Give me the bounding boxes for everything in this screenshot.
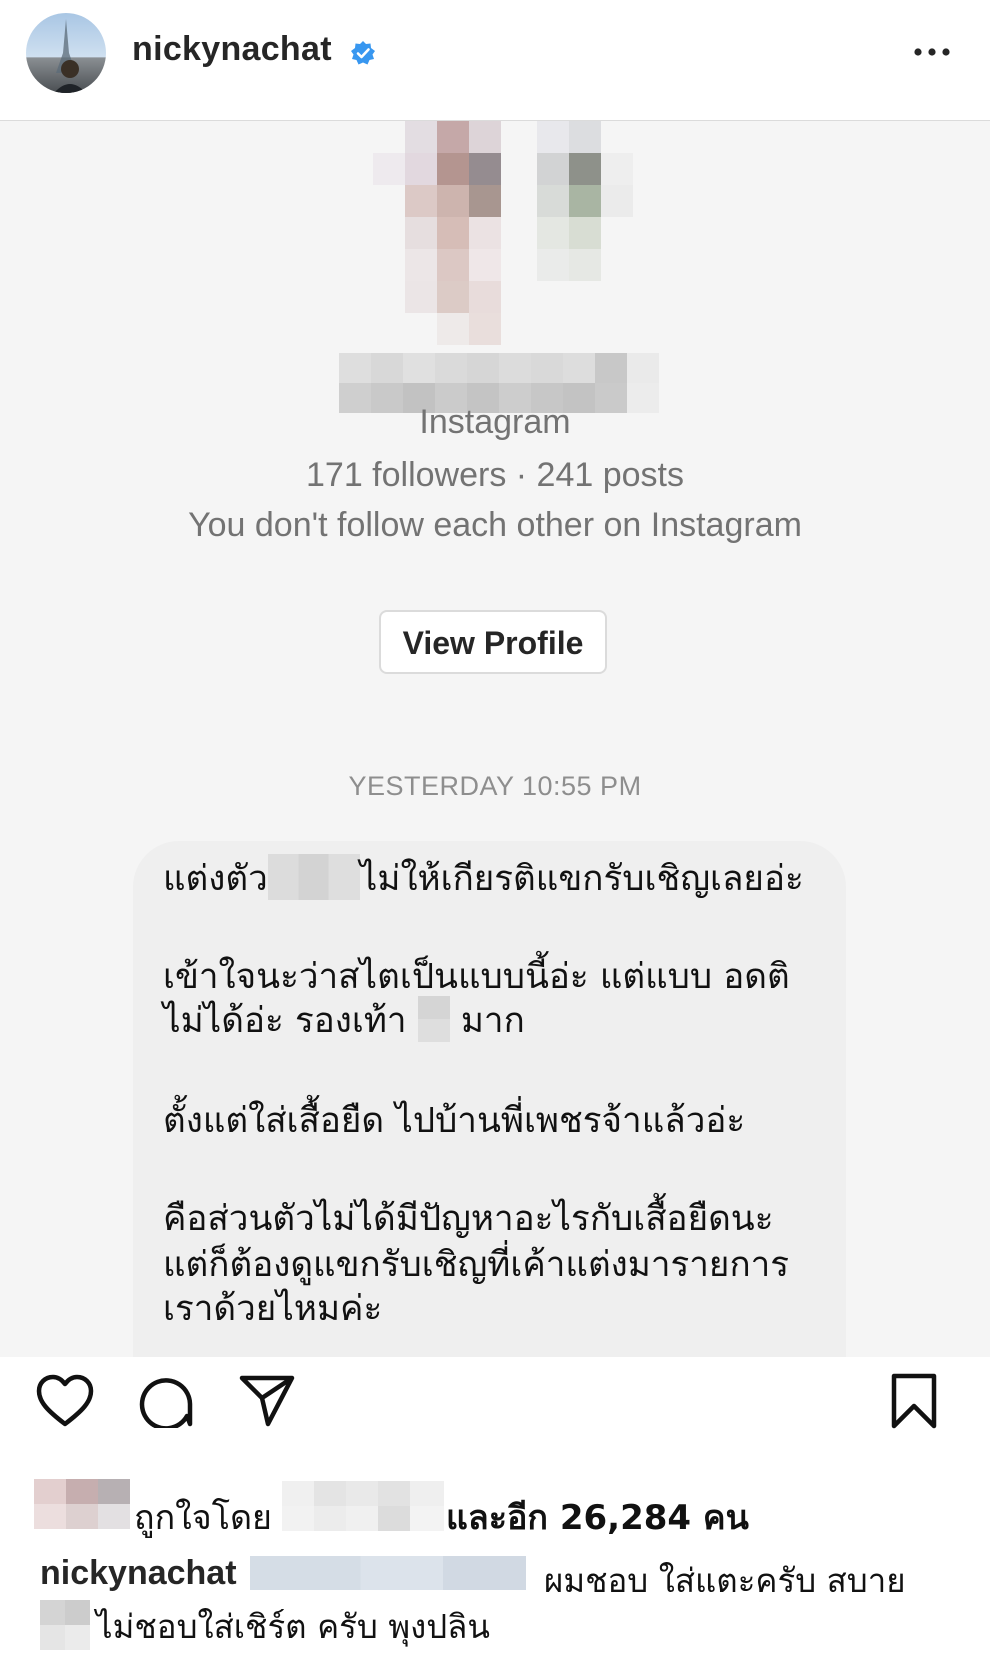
message-line: แต่งตัว ไม่ให้เกียรติแขกรับเชิญเลยอ่ะ [163,851,804,906]
bookmark-icon[interactable] [890,1372,938,1430]
liker-username-censored [282,1481,444,1531]
heart-icon[interactable] [36,1374,94,1428]
comment-icon[interactable] [137,1372,193,1428]
message-line: เราด้วยไหมค่ะ [163,1289,383,1329]
message-timestamp: YESTERDAY 10:55 PM [348,771,642,801]
censored-word [267,854,360,900]
liker-avatar [34,1479,130,1529]
send-icon[interactable] [238,1372,296,1428]
shared-profile-relationship: You don't follow each other on Instagram [188,506,802,544]
post-header: nickynachat [0,0,990,121]
likes-count[interactable]: และอีก 26,284 คน [446,1490,749,1544]
likes-prefix: ถูกใจโดย [134,1498,272,1538]
avatar-photo [54,19,86,93]
censored-word [40,1600,90,1650]
shared-profile-source: Instagram [419,403,571,441]
shared-profile-stats: 171 followers · 241 posts [306,456,684,494]
caption-username[interactable]: nickynachat [40,1554,237,1593]
post-action-bar [0,1357,990,1467]
header-username[interactable]: nickynachat [132,30,332,69]
caption-text-line2: ไม่ชอบใส่เชิร์ต ครับ พุงปลิน [96,1607,490,1646]
profile-avatar[interactable] [26,13,106,93]
message-line: ไม่ได้อ่ะ รองเท้า มาก [163,993,525,1048]
caption-text-line1: ผมชอบ ใส่แตะครับ สบาย [544,1561,906,1600]
censored-mention [250,1556,526,1590]
censored-word [417,996,450,1042]
more-options-icon[interactable] [912,40,952,64]
message-line: ตั้งแต่ใส่เสื้อยืด ไปบ้านพี่เพชรจ้าแล้วอ… [163,1101,746,1141]
verified-badge-icon [351,41,375,65]
post-image: Instagram 171 followers · 241 posts You … [0,121,990,1357]
view-profile-button[interactable]: View Profile [379,610,607,674]
